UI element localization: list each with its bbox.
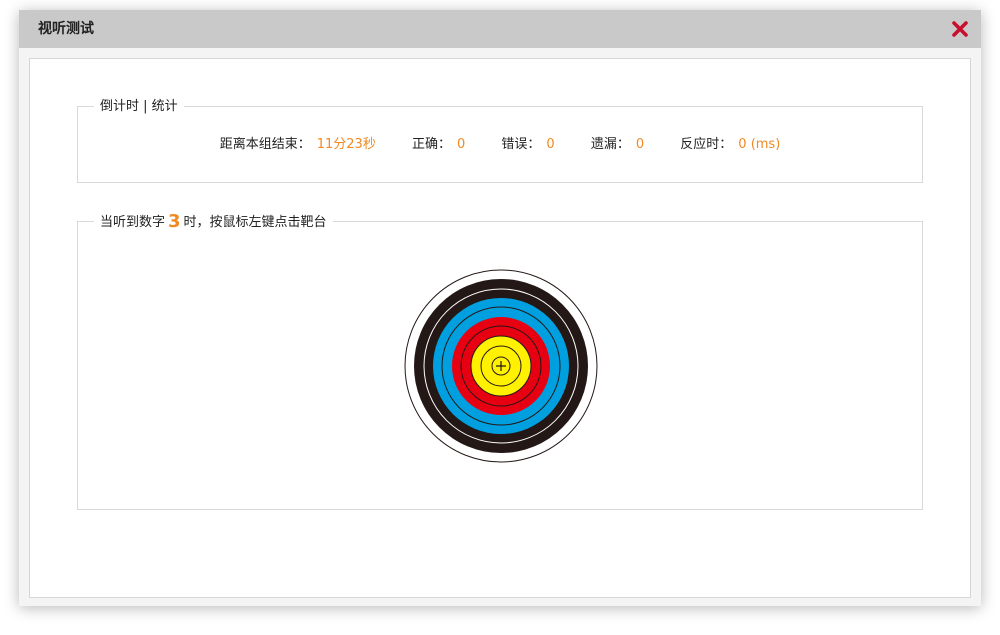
instruction-prefix: 当听到数字 <box>100 215 166 230</box>
wrong-value: 0 <box>546 137 555 152</box>
reaction-time-stat: 反应时： 0 (ms) <box>680 135 780 155</box>
reaction-time-label: 反应时： <box>680 137 733 152</box>
wrong-label: 错误： <box>501 137 541 152</box>
dialog-title: 视听测试 <box>38 21 94 37</box>
remaining-time-value: 11分23秒 <box>316 137 376 152</box>
correct-label: 正确： <box>411 137 451 152</box>
stats-row: 距离本组结束： 11分23秒 正确： 0 错误： 0 遗漏： 0 反应时： 0 (ms) <box>78 135 922 155</box>
missed-value: 0 <box>635 137 645 152</box>
reaction-time-value: 0 (ms) <box>738 137 781 152</box>
remaining-time-label: 距离本组结束： <box>219 137 311 152</box>
countdown-stats-panel: 倒计时 | 统计 距离本组结束： 11分23秒 正确： 0 错误： 0 遗漏： 0 反应… <box>77 98 923 183</box>
dialog-titlebar: 视听测试 <box>19 10 981 48</box>
correct-stat: 正确： 0 <box>412 135 465 155</box>
missed-label: 遗漏： <box>590 137 630 152</box>
instruction-legend: 当听到数字 3 时，按鼠标左键点击靶台 <box>94 213 333 232</box>
remaining-time-stat: 距离本组结束： 11分23秒 <box>220 135 376 155</box>
target-number: 3 <box>168 211 181 232</box>
wrong-stat: 错误： 0 <box>501 135 554 155</box>
archery-target[interactable] <box>404 269 598 463</box>
dialog-content: 倒计时 | 统计 距离本组结束： 11分23秒 正确： 0 错误： 0 遗漏： 0 反应… <box>29 58 971 598</box>
missed-stat: 遗漏： 0 <box>591 135 644 155</box>
audio-visual-test-dialog: 视听测试 倒计时 | 统计 距离本组结束： 11分23秒 正确： 0 错误： 0 遗漏… <box>19 10 981 606</box>
countdown-stats-legend: 倒计时 | 统计 <box>94 98 184 116</box>
target-panel: 当听到数字 3 时，按鼠标左键点击靶台 <box>77 213 923 510</box>
close-button[interactable] <box>949 18 971 40</box>
instruction-suffix: 时，按鼠标左键点击靶台 <box>183 215 327 230</box>
close-icon <box>952 21 968 37</box>
archery-target-icon <box>404 269 598 463</box>
correct-value: 0 <box>456 137 466 152</box>
